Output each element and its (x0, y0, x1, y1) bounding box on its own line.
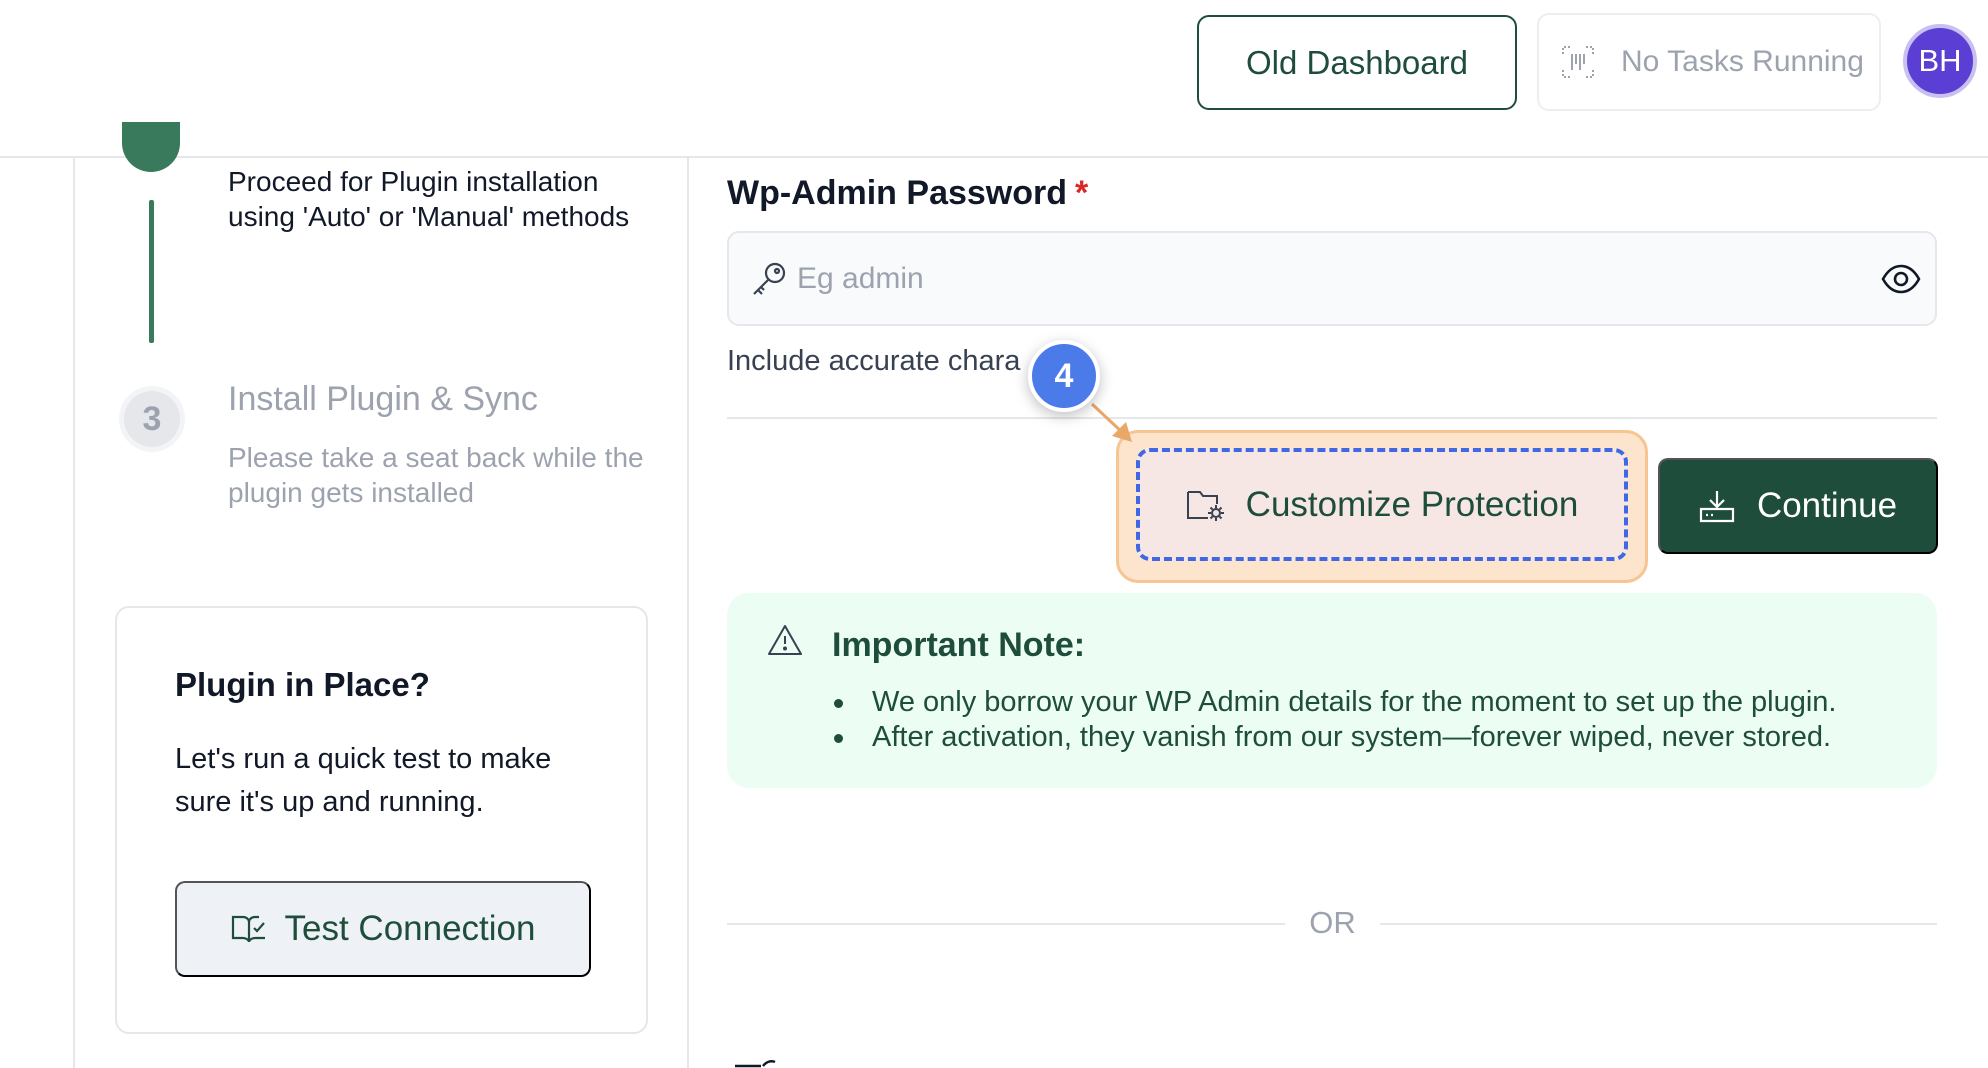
card-title: Plugin in Place? (175, 666, 430, 703)
top-header: Old Dashboard No Tasks Running BH (0, 0, 1988, 158)
customize-protection-label: Customize Protection (1245, 484, 1579, 524)
card-description: Let's run a quick test to make sure it's… (175, 743, 552, 818)
download-tray-icon (1699, 491, 1735, 523)
important-note-box: Important Note: We only borrow your WP A… (727, 593, 1937, 788)
form-divider (727, 417, 1937, 419)
test-connection-label: Test Connection (284, 909, 536, 948)
step-progress-line (149, 200, 154, 343)
warning-icon (768, 625, 802, 655)
continue-button[interactable]: Continue (1658, 458, 1938, 554)
step3-title: Install Plugin & Sync (228, 380, 538, 418)
book-check-icon (231, 915, 265, 943)
user-avatar[interactable]: BH (1903, 24, 1977, 98)
note-title: Important Note: (832, 626, 1086, 664)
left-rail-divider (73, 158, 75, 1068)
tutorial-step-badge: 4 (1028, 340, 1100, 412)
old-dashboard-button[interactable]: Old Dashboard (1197, 15, 1517, 110)
plugin-in-place-card: Plugin in Place? Let's run a quick test … (115, 606, 648, 1034)
tutorial-arrow-icon (1090, 402, 1132, 442)
password-hint: Include accurate chara (727, 345, 1021, 377)
column-divider (687, 158, 689, 1068)
password-label: Wp-Admin Password * (727, 174, 1089, 212)
scan-icon (1562, 46, 1594, 78)
note-item: We only borrow your WP Admin details for… (832, 685, 1836, 720)
customize-protection-button[interactable]: Customize Protection (1136, 448, 1628, 561)
note-list: We only borrow your WP Admin details for… (832, 685, 1836, 755)
required-marker: * (1075, 174, 1089, 212)
folder-settings-icon (1186, 490, 1224, 521)
eye-icon[interactable] (1881, 261, 1921, 297)
step2-description: Proceed for Plugin installation using 'A… (228, 166, 630, 232)
test-connection-button[interactable]: Test Connection (175, 881, 591, 977)
or-divider-label: OR (1309, 905, 1356, 940)
partial-mail-icon (735, 1059, 776, 1068)
or-divider-left (727, 923, 1285, 925)
tasks-status-label: No Tasks Running (1621, 45, 1864, 78)
continue-label: Continue (1756, 486, 1898, 525)
step3-number: 3 (124, 391, 180, 447)
password-field[interactable] (727, 231, 1937, 326)
key-icon (753, 262, 786, 295)
note-item: After activation, they vanish from our s… (832, 720, 1836, 755)
step2-indicator (122, 122, 180, 172)
step3-description: Please take a seat back while the plugin… (228, 442, 644, 508)
tasks-status-button[interactable]: No Tasks Running (1537, 13, 1881, 111)
or-divider-right (1380, 923, 1937, 925)
password-input[interactable] (797, 233, 1847, 324)
